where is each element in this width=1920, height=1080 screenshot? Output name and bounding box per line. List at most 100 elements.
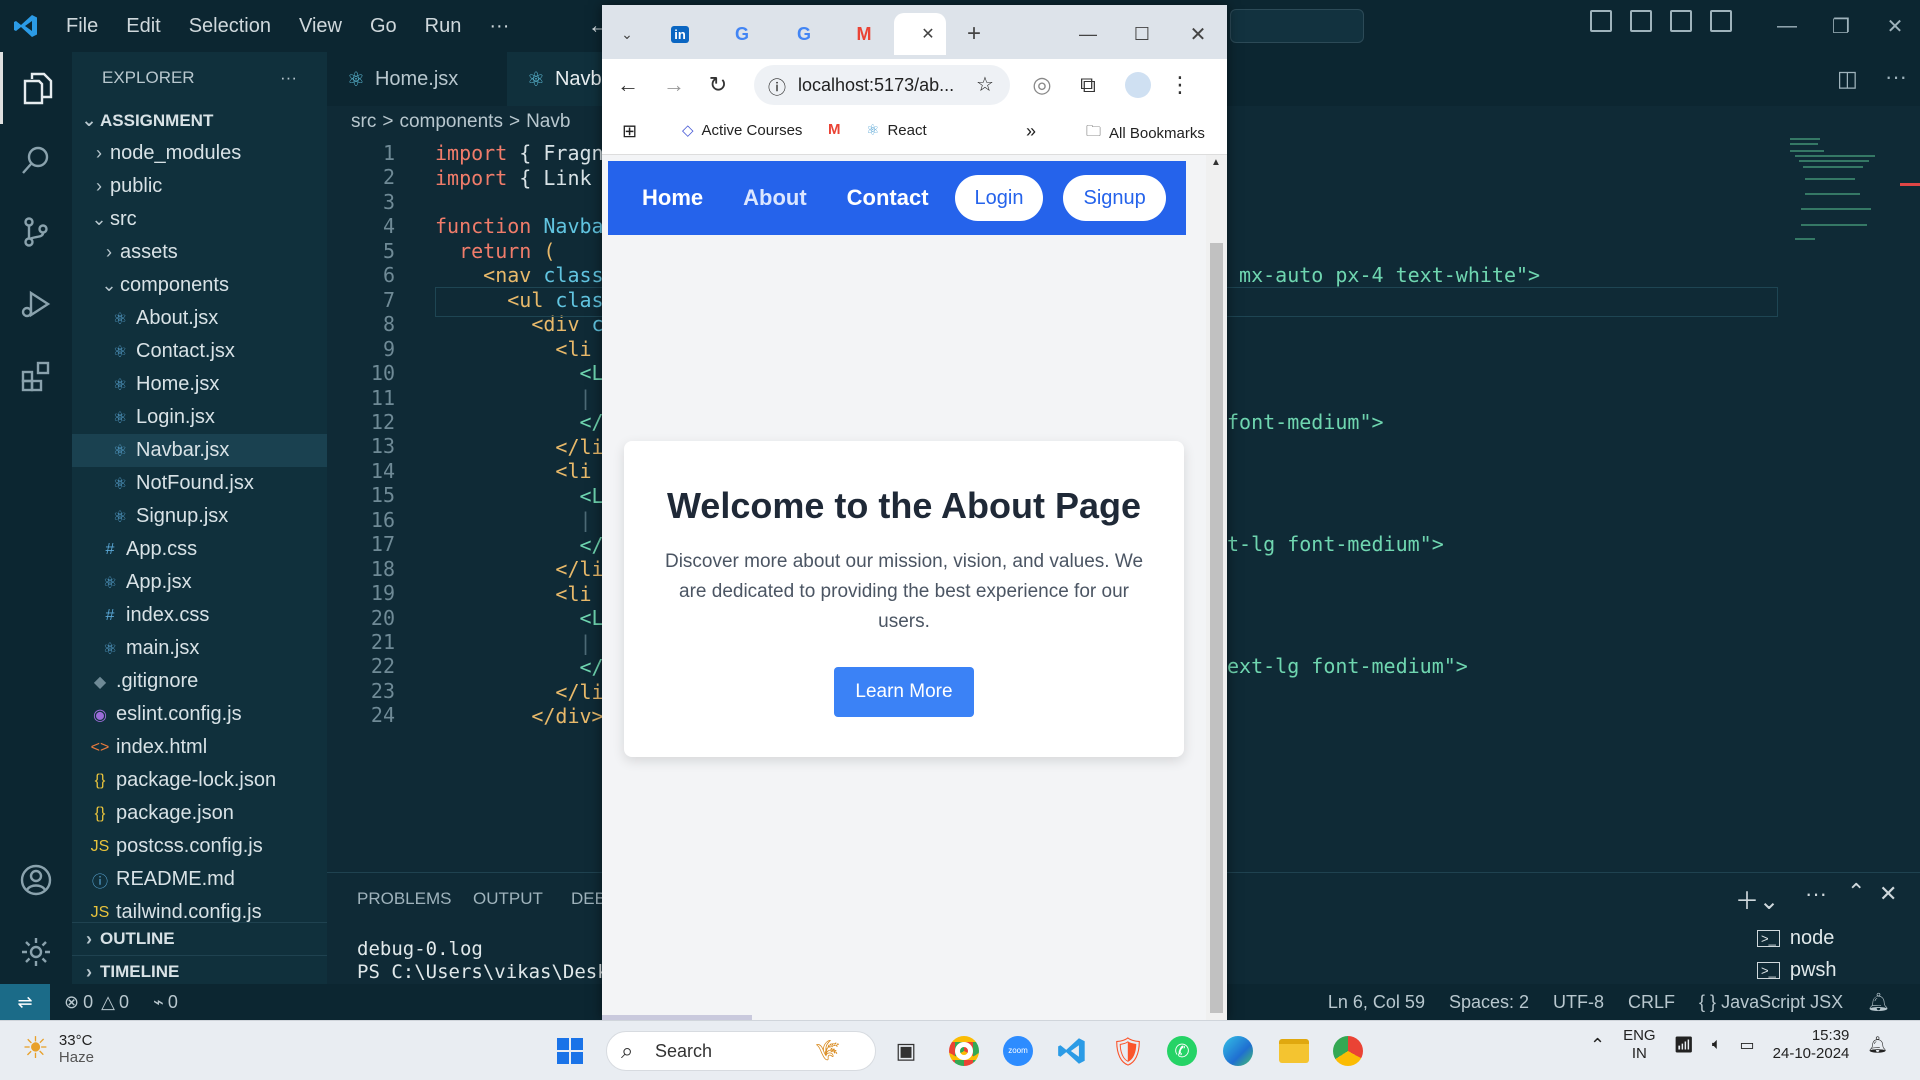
tab-linkedin[interactable]: in — [658, 13, 702, 55]
scrollbar-thumb[interactable] — [1210, 243, 1223, 1013]
toggle-secondary-sidebar-icon[interactable] — [1670, 10, 1692, 32]
weather-widget[interactable]: ☀ 33°C Haze — [22, 1031, 94, 1066]
split-editor-icon[interactable]: ◫ — [1837, 66, 1858, 92]
close-panel-icon[interactable]: ✕ — [1879, 881, 1897, 907]
bookmarks-overflow-icon[interactable]: » — [1026, 121, 1036, 142]
reload-icon[interactable]: ↻ — [702, 69, 734, 101]
extensions-puzzle-icon[interactable]: ⧉ — [1072, 69, 1104, 101]
encoding[interactable]: UTF-8 — [1553, 992, 1604, 1013]
bookmark-react[interactable]: ⚛ React — [866, 121, 927, 140]
new-tab-icon[interactable]: + — [956, 13, 992, 55]
indentation[interactable]: Spaces: 2 — [1449, 992, 1529, 1013]
nav-home-link[interactable]: Home — [642, 185, 703, 211]
breadcrumb-src[interactable]: src — [351, 111, 376, 133]
tab-active-localhost[interactable]: ✕ — [894, 13, 946, 55]
tree-file[interactable]: ⚛ Login.jsx — [72, 401, 327, 434]
remote-icon[interactable]: ⇌ — [0, 984, 50, 1020]
explorer-more-icon[interactable]: ··· — [280, 68, 297, 88]
minimize-icon[interactable]: — — [1068, 13, 1108, 55]
chrome-profile-icon[interactable] — [1330, 1033, 1366, 1069]
close-icon[interactable]: ✕ — [1868, 6, 1920, 46]
menu-file[interactable]: File — [52, 15, 112, 38]
tab-google-2[interactable]: G — [782, 13, 826, 55]
close-window-icon[interactable]: ✕ — [1178, 13, 1218, 55]
signup-button[interactable]: Signup — [1063, 175, 1166, 221]
edge-icon[interactable] — [1220, 1033, 1256, 1069]
windows-start-icon[interactable] — [552, 1033, 588, 1069]
panel-more-icon[interactable]: ··· — [1805, 881, 1827, 907]
toggle-panel-icon[interactable] — [1630, 10, 1652, 32]
run-debug-icon[interactable] — [0, 268, 72, 340]
command-center[interactable] — [1230, 9, 1364, 43]
whatsapp-icon[interactable]: ✆ — [1164, 1033, 1200, 1069]
minimize-icon[interactable]: — — [1760, 6, 1814, 46]
wifi-icon[interactable]: 📶︎ — [1674, 1035, 1694, 1055]
tree-file[interactable]: ⚛ main.jsx — [72, 632, 327, 665]
menu-view[interactable]: View — [285, 15, 356, 38]
address-bar[interactable]: ⓘ localhost:5173/ab... ☆ — [754, 65, 1010, 105]
tree-folder[interactable]: ⌄ components — [72, 269, 327, 302]
terminal-pwsh[interactable]: >_ pwsh — [1757, 959, 1837, 982]
tree-file[interactable]: ⚛ NotFound.jsx — [72, 467, 327, 500]
explorer-icon[interactable] — [0, 52, 72, 124]
tree-file[interactable]: ⚛ Contact.jsx — [72, 335, 327, 368]
profile-avatar[interactable] — [1122, 69, 1154, 101]
tree-folder[interactable]: › assets — [72, 236, 327, 269]
outline-section[interactable]: › OUTLINE — [72, 922, 327, 955]
warning-icon[interactable]: △ — [101, 992, 115, 1013]
tab-gmail[interactable]: M — [842, 13, 886, 55]
learn-more-button[interactable]: Learn More — [834, 667, 974, 717]
tab-output[interactable]: OUTPUT — [473, 889, 543, 909]
tree-folder[interactable]: › node_modules — [72, 137, 327, 170]
cursor-position[interactable]: Ln 6, Col 59 — [1328, 992, 1425, 1013]
error-icon[interactable]: ⊗ — [64, 992, 79, 1013]
login-button[interactable]: Login — [954, 175, 1044, 221]
all-bookmarks[interactable]: 🗀 All Bookmarks — [1086, 121, 1205, 146]
tab-close-icon[interactable]: ✕ — [921, 24, 934, 44]
forward-arrow-icon[interactable]: → — [658, 69, 690, 101]
task-view-icon[interactable]: ▣ — [888, 1033, 924, 1069]
bookmark-gmail[interactable]: M — [828, 121, 841, 138]
scroll-up-icon[interactable]: ▲ — [1211, 157, 1221, 168]
editor-more-icon[interactable]: ··· — [1885, 64, 1907, 90]
line-ending[interactable]: CRLF — [1628, 992, 1675, 1013]
settings-gear-icon[interactable] — [0, 916, 72, 988]
tree-file[interactable]: ⚛ About.jsx — [72, 302, 327, 335]
ports-icon[interactable]: ⌁ — [153, 992, 164, 1013]
file-explorer-icon[interactable] — [1276, 1033, 1312, 1069]
bookmark-active-courses[interactable]: ◇ Active Courses — [682, 121, 802, 140]
workspace-root[interactable]: ⌄ ASSIGNMENT — [72, 104, 327, 137]
tree-file[interactable]: # App.css — [72, 533, 327, 566]
terminal-prompt[interactable]: PS C:\Users\vikas\Deskt — [357, 961, 620, 983]
search-icon[interactable] — [0, 124, 72, 196]
tree-folder[interactable]: ⌄ src — [72, 203, 327, 236]
extension-icon[interactable]: ◎ — [1026, 69, 1058, 101]
bookmark-star-icon[interactable]: ☆ — [976, 72, 994, 97]
page-scrollbar[interactable]: ▲ — [1206, 155, 1227, 1020]
ports-count[interactable]: 0 — [168, 992, 178, 1013]
menu-run[interactable]: Run — [411, 15, 476, 38]
menu-more[interactable]: ··· — [475, 15, 523, 38]
battery-icon[interactable]: ▭ — [1740, 1035, 1755, 1055]
apps-grid-icon[interactable]: ⊞ — [622, 121, 637, 142]
tree-file[interactable]: ⚛ Home.jsx — [72, 368, 327, 401]
input-language[interactable]: ENG IN — [1623, 1027, 1656, 1063]
tab-google-1[interactable]: G — [720, 13, 764, 55]
notifications-bell-icon[interactable]: 🔔︎ — [1867, 992, 1890, 1013]
new-terminal-icon[interactable]: ＋⌄ — [1735, 881, 1779, 916]
tree-file[interactable]: ⚛ App.jsx — [72, 566, 327, 599]
tree-folder[interactable]: › public — [72, 170, 327, 203]
brave-icon[interactable]: 🛡︎ — [1110, 1033, 1146, 1069]
accounts-icon[interactable] — [0, 844, 72, 916]
warning-count[interactable]: 0 — [119, 992, 129, 1013]
tree-file[interactable]: {} package.json — [72, 797, 327, 830]
menu-edit[interactable]: Edit — [112, 15, 174, 38]
site-info-icon[interactable]: ⓘ — [768, 74, 786, 100]
language-mode[interactable]: { } JavaScript JSX — [1699, 992, 1843, 1013]
error-count[interactable]: 0 — [83, 992, 93, 1013]
tab-home-jsx[interactable]: ⚛ Home.jsx — [327, 52, 507, 106]
maximize-icon[interactable]: ☐ — [1122, 13, 1162, 55]
toggle-sidebar-icon[interactable] — [1590, 10, 1612, 32]
tab-search-dropdown-icon[interactable]: ⌄ — [610, 13, 644, 55]
tree-file[interactable]: JS postcss.config.js — [72, 830, 327, 863]
